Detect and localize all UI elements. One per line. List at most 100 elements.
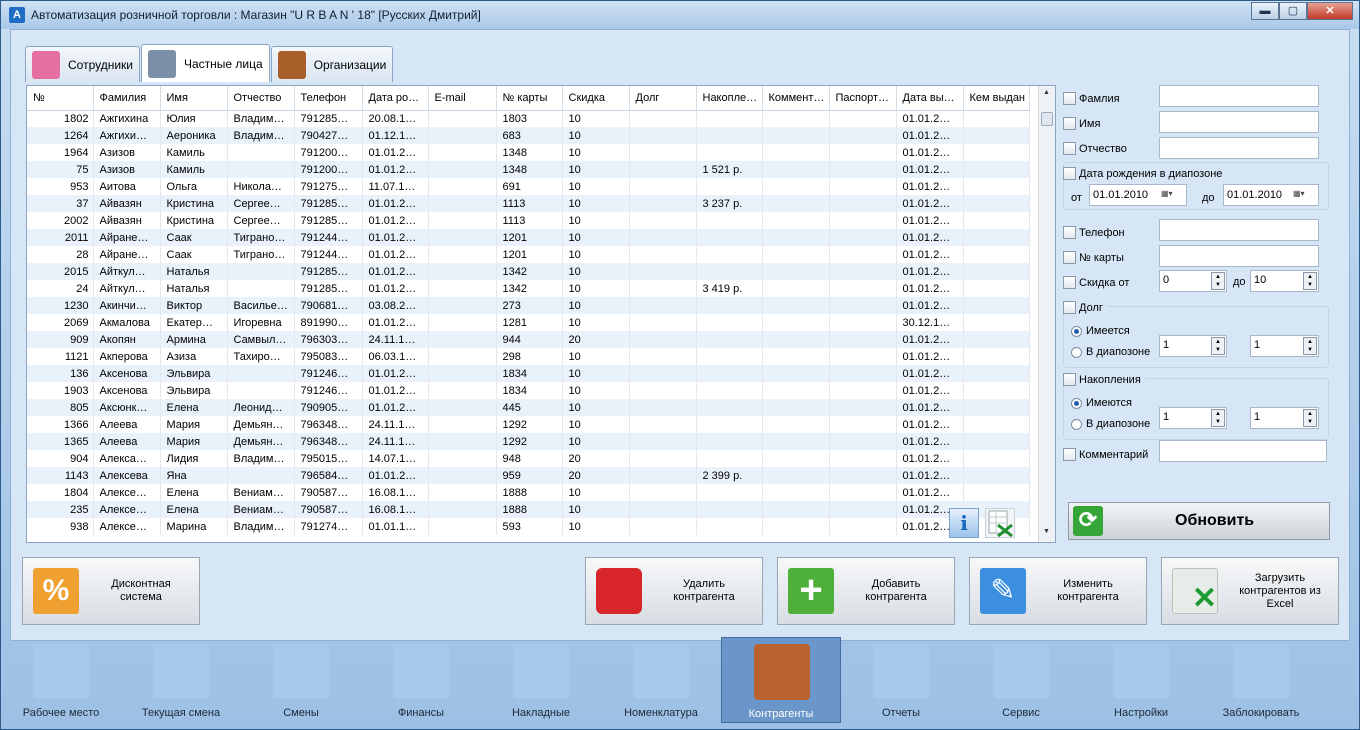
table-row[interactable]: 2002 Айвазян Кристина Сергее… 791285… 01.01.2… bbox=[27, 212, 1030, 229]
date-from-picker[interactable]: 01.01.2010 ▦▾ bbox=[1089, 184, 1187, 206]
table-row[interactable]: 75 Азизов Камиль 791200… 01.01.2… 1348 10 1 521… bbox=[27, 161, 1030, 178]
table-row[interactable]: 1804 Алексе… Елена Вениам… 790587… 16.08.1… 18… bbox=[27, 484, 1030, 501]
comment-input[interactable] bbox=[1159, 440, 1327, 462]
surname-input[interactable] bbox=[1159, 85, 1319, 107]
table-row[interactable]: 1365 Алеева Мария Демьян… 796348… 24.11.1… 129… bbox=[27, 433, 1030, 450]
column-header[interactable]: E-mail bbox=[428, 86, 497, 111]
savings-has-radio[interactable] bbox=[1071, 397, 1082, 409]
maximize-button[interactable]: ▢ bbox=[1279, 2, 1307, 20]
table-row[interactable]: 136 Аксенова Эльвира 791246… 01.01.2… 1834 10 0… bbox=[27, 365, 1030, 382]
comment-checkbox[interactable] bbox=[1063, 448, 1076, 461]
refresh-button[interactable]: ⟳ Обновить bbox=[1068, 502, 1330, 540]
nav-current-shift[interactable]: Текущая смена bbox=[121, 637, 241, 723]
birth-range-checkbox[interactable] bbox=[1063, 167, 1076, 180]
calendar-icon[interactable]: ▦▾ bbox=[1161, 189, 1181, 201]
debt-range-radio[interactable] bbox=[1071, 346, 1082, 358]
column-header[interactable]: Дата вы… bbox=[896, 86, 964, 111]
column-header[interactable]: Телефон bbox=[294, 86, 363, 111]
table-row[interactable]: 1264 Ажгихи… Аероника Владим… 790427… 01.12.1… bbox=[27, 127, 1030, 144]
column-header[interactable]: Дата ро… bbox=[362, 86, 429, 111]
table-row[interactable]: 1964 Азизов Камиль 791200… 01.01.2… 1348 10 01.… bbox=[27, 144, 1030, 161]
table-row[interactable]: 37 Айвазян Кристина Сергее… 791285… 01.01.2… 1… bbox=[27, 195, 1030, 212]
table-row[interactable]: 1230 Акинчи… Виктор Василье… 790681… 03.08.2…… bbox=[27, 297, 1030, 314]
debt-has-radio[interactable] bbox=[1071, 325, 1082, 337]
savings-checkbox[interactable] bbox=[1063, 373, 1076, 386]
scroll-down-icon[interactable]: ▼ bbox=[1043, 528, 1050, 535]
export-excel-button[interactable] bbox=[985, 508, 1015, 538]
column-header[interactable]: № bbox=[27, 86, 94, 111]
minimize-button[interactable]: ▬ bbox=[1251, 2, 1279, 20]
calendar-icon[interactable]: ▦▾ bbox=[1293, 189, 1313, 201]
discount-from-spinner[interactable]: 0 ▲ ▼ bbox=[1159, 270, 1227, 292]
discount-to-spinner[interactable]: 10 ▲ ▼ bbox=[1250, 270, 1319, 292]
nav-invoices[interactable]: Накладные bbox=[481, 637, 601, 723]
column-header[interactable]: Паспорт… bbox=[829, 86, 897, 111]
nav-reports[interactable]: Отчеты bbox=[841, 637, 961, 723]
import-excel-button[interactable]: ✕ Загрузить контрагентов из Excel bbox=[1161, 557, 1339, 625]
table-row[interactable]: 2015 Айткул… Наталья 791285… 01.01.2… 1342 10 0… bbox=[27, 263, 1030, 280]
table-row[interactable]: 1143 Алексева Яна 796584… 01.01.2… 959 20 2 399… bbox=[27, 467, 1030, 484]
patronymic-input[interactable] bbox=[1159, 137, 1319, 159]
column-header[interactable]: Долг bbox=[629, 86, 697, 111]
tab-organizations[interactable]: Организации bbox=[270, 46, 394, 82]
table-cell bbox=[762, 365, 830, 382]
table-row[interactable]: 24 Айткул… Наталья 791285… 01.01.2… 1342 10 3 4… bbox=[27, 280, 1030, 297]
surname-checkbox[interactable] bbox=[1063, 92, 1076, 105]
table-row[interactable]: 1121 Акперова Азиза Тахиро… 795083… 06.03.1… 2… bbox=[27, 348, 1030, 365]
column-header[interactable]: Скидка bbox=[562, 86, 630, 111]
table-row[interactable]: 909 Акопян Армина Самвыл… 796303… 24.11.1… 944… bbox=[27, 331, 1030, 348]
table-row[interactable]: 2069 Акмалова Екатер… Игоревна 891990… 01.01.… bbox=[27, 314, 1030, 331]
nav-finance[interactable]: Финансы bbox=[361, 637, 481, 723]
table-row[interactable]: 28 Айране… Саак Тиграно… 791244… 01.01.2… 1201… bbox=[27, 246, 1030, 263]
name-checkbox[interactable] bbox=[1063, 117, 1076, 130]
column-header[interactable]: № карты bbox=[496, 86, 563, 111]
nav-nomenclature[interactable]: Номенклатура bbox=[601, 637, 721, 723]
column-header[interactable]: Коммент… bbox=[762, 86, 830, 111]
column-header[interactable]: Имя bbox=[160, 86, 228, 111]
savings-range-radio[interactable] bbox=[1071, 418, 1082, 430]
tab-private-persons[interactable]: Частные лица bbox=[141, 44, 270, 82]
nav-settings[interactable]: Настройки bbox=[1081, 637, 1201, 723]
scroll-up-icon[interactable]: ▲ bbox=[1043, 89, 1050, 96]
card-input[interactable] bbox=[1159, 245, 1319, 267]
phone-input[interactable] bbox=[1159, 219, 1319, 241]
delete-contractor-button[interactable]: Удалить контрагента bbox=[585, 557, 763, 625]
nav-service[interactable]: Сервис bbox=[961, 637, 1081, 723]
table-row[interactable]: 1903 Аксенова Эльвира 791246… 01.01.2… 1834 10… bbox=[27, 382, 1030, 399]
tab-employees[interactable]: Сотрудники bbox=[25, 46, 140, 82]
savings-from-spinner[interactable]: 1 ▲ ▼ bbox=[1159, 407, 1227, 429]
table-vertical-scrollbar[interactable]: ▲ ▼ bbox=[1038, 86, 1055, 542]
nav-contractors[interactable]: Контрагенты bbox=[721, 637, 841, 723]
patronymic-checkbox[interactable] bbox=[1063, 142, 1076, 155]
edit-contractor-button[interactable]: ✎ Изменить контрагента bbox=[969, 557, 1147, 625]
column-header[interactable]: Фамилия bbox=[93, 86, 161, 111]
table-row[interactable]: 938 Алексе… Марина Владим… 791274… 01.01.1… 59… bbox=[27, 518, 1030, 535]
discount-system-button[interactable]: % Дисконтная система bbox=[22, 557, 200, 625]
close-button[interactable]: ✕ bbox=[1307, 2, 1353, 20]
table-row[interactable]: 1366 Алеева Мария Демьян… 796348… 24.11.1… 129… bbox=[27, 416, 1030, 433]
table-row[interactable]: 805 Аксюнк… Елена Леонид… 790905… 01.01.2… 445… bbox=[27, 399, 1030, 416]
nav-lock[interactable]: Заблокировать bbox=[1201, 637, 1321, 723]
info-button[interactable]: i bbox=[949, 508, 979, 538]
card-checkbox[interactable] bbox=[1063, 251, 1076, 264]
debt-checkbox[interactable] bbox=[1063, 301, 1076, 314]
table-row[interactable]: 2011 Айране… Саак Тиграно… 791244… 01.01.2… 12… bbox=[27, 229, 1030, 246]
table-row[interactable]: 1802 Ажгихина Юлия Владим… 791285… 20.08.1… 18… bbox=[27, 110, 1030, 127]
table-row[interactable]: 235 Алексе… Елена Вениам… 790587… 16.08.1… 188… bbox=[27, 501, 1030, 518]
add-contractor-button[interactable]: + Добавить контрагента bbox=[777, 557, 955, 625]
column-header[interactable]: Отчество bbox=[227, 86, 295, 111]
discount-checkbox[interactable] bbox=[1063, 276, 1076, 289]
table-row[interactable]: 904 Алекса… Лидия Владим… 795015… 14.07.1… 948… bbox=[27, 450, 1030, 467]
column-header[interactable]: Накопле… bbox=[696, 86, 763, 111]
scroll-thumb[interactable] bbox=[1041, 112, 1053, 126]
column-header[interactable]: Кем выдан bbox=[963, 86, 1030, 111]
nav-workplace[interactable]: Рабочее место bbox=[1, 637, 121, 723]
phone-checkbox[interactable] bbox=[1063, 226, 1076, 239]
debt-from-spinner[interactable]: 1 ▲ ▼ bbox=[1159, 335, 1227, 357]
savings-to-spinner[interactable]: 1 ▲ ▼ bbox=[1250, 407, 1319, 429]
name-input[interactable] bbox=[1159, 111, 1319, 133]
debt-to-spinner[interactable]: 1 ▲ ▼ bbox=[1250, 335, 1319, 357]
nav-shifts[interactable]: Смены bbox=[241, 637, 361, 723]
table-row[interactable]: 953 Аитова Ольга Никола… 791275… 11.07.1… 691 1… bbox=[27, 178, 1030, 195]
date-to-picker[interactable]: 01.01.2010 ▦▾ bbox=[1223, 184, 1319, 206]
